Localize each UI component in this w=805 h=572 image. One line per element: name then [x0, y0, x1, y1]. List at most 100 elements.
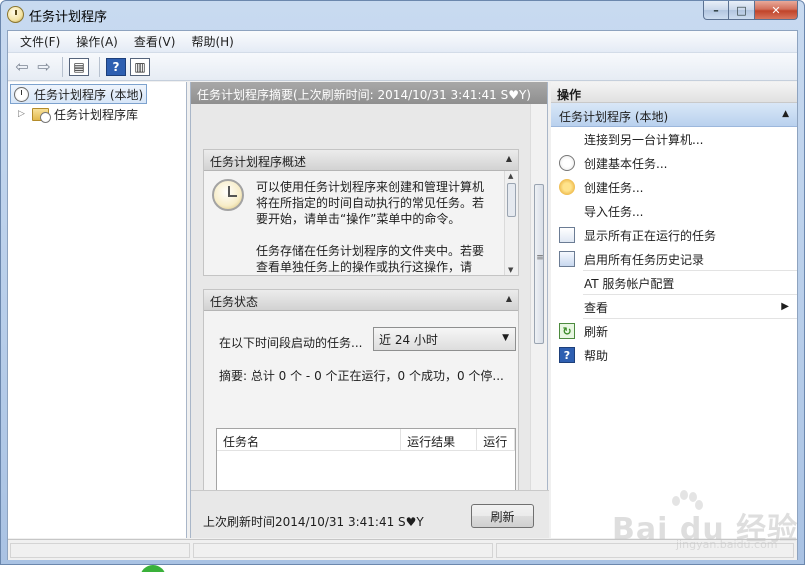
overview-section-header[interactable]: 任务计划程序概述 ▲ — [204, 150, 518, 171]
task-status-section-header[interactable]: 任务状态 ▲ — [204, 290, 518, 311]
action-label: AT 服务帐户配置 — [584, 276, 675, 291]
period-dropdown[interactable]: 近 24 小时 ▼ — [373, 327, 516, 351]
actions-header: 操作 — [551, 82, 797, 103]
console-tree: 任务计划程序 (本地) ▷ 任务计划程序库 — [8, 82, 187, 538]
period-label: 在以下时间段启动的任务... — [219, 336, 363, 350]
toolbar: ⇦ ⇨ ▤ ? ▥ — [8, 53, 797, 81]
show-hide-action-pane-icon[interactable]: ▥ — [130, 57, 150, 76]
action-label: 查看 — [584, 300, 609, 315]
refresh-icon: ↻ — [559, 323, 575, 339]
action-label: 显示所有正在运行的任务 — [584, 228, 717, 243]
menu-action[interactable]: 操作(A) — [68, 31, 126, 52]
action-create-basic-task[interactable]: 创建基本任务... — [551, 151, 797, 175]
history-icon — [559, 251, 575, 267]
scroll-up-arrow-icon[interactable]: ▲ — [508, 172, 513, 180]
help-icon[interactable]: ? — [106, 57, 126, 76]
action-label: 刷新 — [584, 324, 609, 339]
menu-view[interactable]: 查看(V) — [126, 31, 184, 52]
clock-icon — [14, 86, 29, 102]
task-summary-text: 摘要: 总计 0 个 - 0 个正在运行，0 个成功，0 个停... — [219, 369, 504, 383]
create-task-icon — [559, 179, 575, 195]
action-import-task[interactable]: 导入任务... — [551, 199, 797, 223]
actions-pane: 操作 任务计划程序 (本地) ▲ 连接到另一台计算机... 创建基本任务... … — [551, 82, 797, 538]
scroll-thumb[interactable] — [534, 184, 545, 344]
column-header-task-name[interactable]: 任务名 — [217, 429, 402, 450]
table-header-row: 任务名 运行结果 运行 — [217, 429, 515, 451]
action-view[interactable]: 查看 ▶ — [551, 295, 797, 319]
collapse-caret-icon[interactable]: ▲ — [506, 154, 512, 163]
action-connect-computer[interactable]: 连接到另一台计算机... — [551, 127, 797, 151]
close-button[interactable]: ✕ — [755, 1, 798, 20]
collapse-caret-icon[interactable]: ▲ — [782, 109, 789, 119]
toolbar-separator — [62, 56, 63, 77]
collapse-caret-icon[interactable]: ▲ — [506, 294, 512, 303]
client-area: 文件(F) 操作(A) 查看(V) 帮助(H) ⇦ ⇨ ▤ ? ▥ 任务计划程序… — [7, 30, 798, 560]
help-icon: ? — [559, 347, 575, 363]
task-scheduler-clock-icon — [212, 179, 244, 211]
task-scheduler-app-icon — [7, 6, 24, 23]
app-window: 任务计划程序 – □ ✕ 文件(F) 操作(A) 查看(V) 帮助(H) ⇦ ⇨… — [0, 0, 805, 565]
caption-buttons: – □ ✕ — [703, 1, 798, 20]
maximize-button[interactable]: □ — [729, 1, 755, 20]
menu-bar: 文件(F) 操作(A) 查看(V) 帮助(H) — [8, 31, 797, 53]
column-header-run-result[interactable]: 运行结果 — [401, 429, 478, 450]
show-hide-console-tree-icon[interactable]: ▤ — [69, 57, 89, 76]
overview-text: 可以使用任务计划程序来创建和管理计算机将在所指定的时间自动执行的常见任务。若要开… — [256, 179, 492, 275]
dropdown-arrow-icon: ▼ — [502, 333, 509, 343]
tree-item-label: 任务计划程序 (本地) — [34, 87, 144, 102]
tree-item-label: 任务计划程序库 — [54, 107, 139, 122]
submenu-arrow-icon: ▶ — [781, 301, 789, 312]
status-bar — [8, 539, 797, 560]
menu-help[interactable]: 帮助(H) — [183, 31, 241, 52]
overview-scrollbar[interactable]: ▲ ▼ — [504, 171, 518, 275]
action-label: 创建任务... — [584, 180, 644, 195]
forward-arrow-icon[interactable]: ⇨ — [34, 57, 54, 77]
actions-group-task-scheduler-local[interactable]: 任务计划程序 (本地) ▲ — [551, 103, 797, 127]
task-status-section-title: 任务状态 — [210, 295, 259, 309]
window-title: 任务计划程序 — [29, 10, 108, 25]
summary-pane: 任务计划程序摘要(上次刷新时间: 2014/10/31 3:41:41 S♥Y)… — [190, 82, 549, 538]
column-header-run[interactable]: 运行 — [477, 429, 515, 450]
action-refresh[interactable]: ↻ 刷新 — [551, 319, 797, 343]
action-label: 启用所有任务历史记录 — [584, 252, 705, 267]
overview-body: 可以使用任务计划程序来创建和管理计算机将在所指定的时间自动执行的常见任务。若要开… — [204, 171, 518, 275]
status-cell — [10, 543, 190, 558]
running-tasks-icon — [559, 227, 575, 243]
overview-section: 任务计划程序概述 ▲ 可以使用任务计划程序来创建和管理计算机将在所指定的时间自动… — [203, 149, 519, 276]
minimize-button[interactable]: – — [703, 1, 729, 20]
desktop-green-object — [140, 565, 166, 572]
summary-content: 任务计划程序概述 ▲ 可以使用任务计划程序来创建和管理计算机将在所指定的时间自动… — [191, 104, 531, 510]
action-enable-history[interactable]: 启用所有任务历史记录 — [551, 247, 797, 271]
overview-section-title: 任务计划程序概述 — [210, 155, 307, 169]
overview-paragraph-1: 可以使用任务计划程序来创建和管理计算机将在所指定的时间自动执行的常见任务。若要开… — [256, 180, 485, 226]
scroll-thumb[interactable] — [507, 183, 516, 217]
status-cell — [193, 543, 493, 558]
menu-file[interactable]: 文件(F) — [12, 31, 68, 52]
create-basic-task-icon — [559, 155, 575, 171]
expand-arrow-icon[interactable]: ▷ — [18, 109, 30, 119]
action-label: 帮助 — [584, 348, 609, 363]
status-cell — [496, 543, 794, 558]
scroll-down-arrow-icon[interactable]: ▼ — [508, 266, 513, 274]
tree-item-task-scheduler-library[interactable]: ▷ 任务计划程序库 — [18, 104, 138, 124]
action-label: 连接到另一台计算机... — [584, 132, 704, 147]
summary-header: 任务计划程序摘要(上次刷新时间: 2014/10/31 3:41:41 S♥Y) — [191, 82, 547, 104]
folder-clock-icon — [32, 107, 51, 123]
title-bar[interactable]: 任务计划程序 – □ ✕ — [1, 1, 804, 29]
tree-item-task-scheduler-local[interactable]: 任务计划程序 (本地) — [10, 84, 148, 104]
toolbar-separator — [99, 56, 100, 77]
summary-footer: 上次刷新时间2014/10/31 3:41:41 S♥Y 刷新 — [191, 490, 549, 538]
action-label: 导入任务... — [584, 204, 644, 219]
action-at-service-config[interactable]: AT 服务帐户配置 — [551, 271, 797, 295]
action-create-task[interactable]: 创建任务... — [551, 175, 797, 199]
action-help[interactable]: ? 帮助 — [551, 343, 797, 367]
summary-scrollbar[interactable] — [530, 104, 547, 490]
back-arrow-icon[interactable]: ⇦ — [12, 57, 32, 77]
action-show-running-tasks[interactable]: 显示所有正在运行的任务 — [551, 223, 797, 247]
refresh-button[interactable]: 刷新 — [471, 504, 534, 528]
action-label: 创建基本任务... — [584, 156, 668, 171]
actions-group-label: 任务计划程序 (本地) — [559, 110, 669, 124]
period-dropdown-value: 近 24 小时 — [379, 333, 438, 347]
last-refresh-text: 上次刷新时间2014/10/31 3:41:41 S♥Y — [203, 515, 424, 529]
overview-paragraph-2: 任务存储在任务计划程序的文件夹中。若要查看单独任务上的操作或执行这操作，请 — [256, 244, 485, 274]
